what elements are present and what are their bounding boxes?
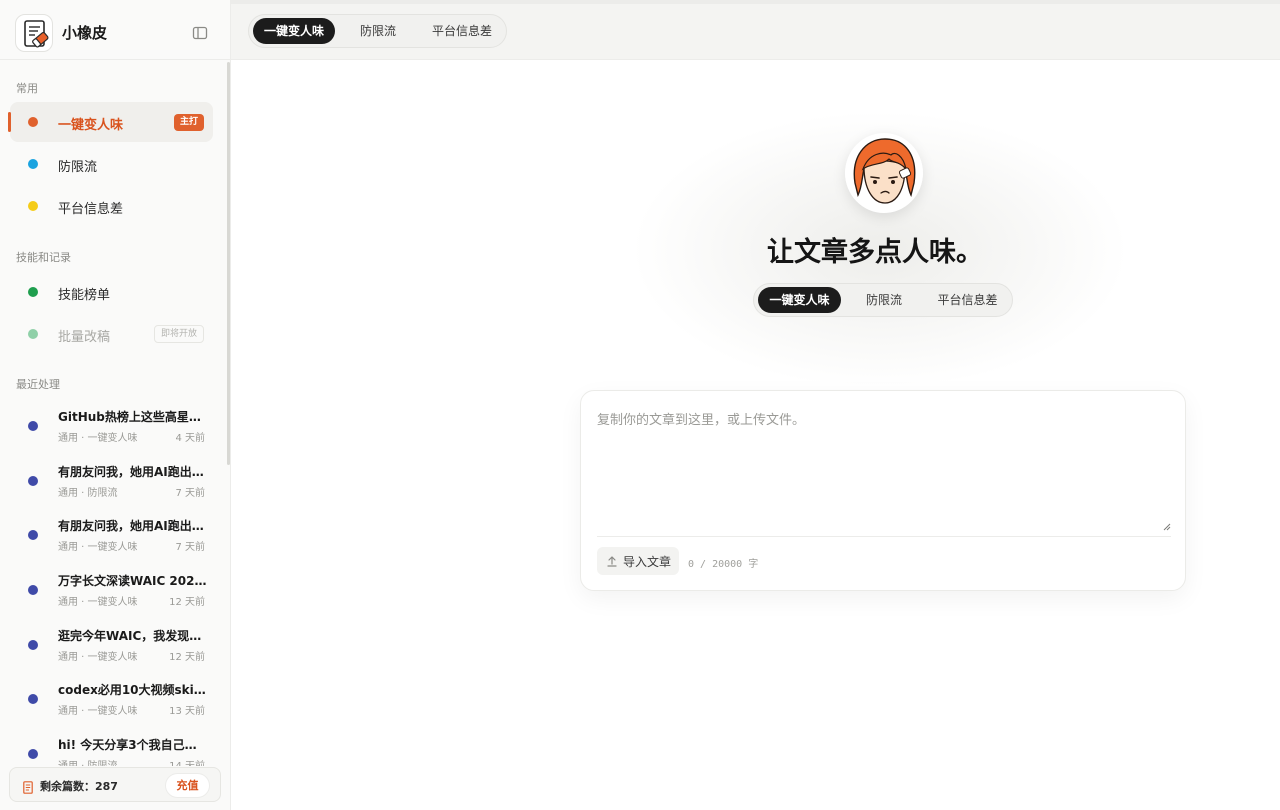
tab-humanize[interactable]: 一键变人味 xyxy=(758,287,841,313)
mode-tabs: 一键变人味 防限流 平台信息差 xyxy=(248,14,507,48)
recent-item[interactable]: 有朋友问我，她用AI跑出… 通用 · 防限流 7 天前 xyxy=(10,461,213,513)
group-title-recent: 最近处理 xyxy=(16,378,60,391)
recent-item-title: 有朋友问我，她用AI跑出… xyxy=(58,519,204,533)
tab-platform-gap[interactable]: 平台信息差 xyxy=(926,287,1009,313)
recent-item[interactable]: GitHub热榜上这些高星s… 通用 · 一键变人味 4 天前 xyxy=(10,406,213,458)
tab-platform-gap[interactable]: 平台信息差 xyxy=(421,18,503,44)
character-counter: 0 / 20000 字 xyxy=(688,559,759,570)
sidebar-scrollbar[interactable] xyxy=(227,62,230,465)
status-dot xyxy=(28,640,38,650)
tab-anti-throttle[interactable]: 防限流 xyxy=(850,287,918,313)
hero-mode-tabs: 一键变人味 防限流 平台信息差 xyxy=(753,283,1013,317)
recent-item-meta: 通用 · 一键变人味 xyxy=(58,652,138,663)
recent-item-meta: 通用 · 防限流 xyxy=(58,757,118,766)
editor-divider xyxy=(597,536,1171,537)
recent-item-meta: 通用 · 一键变人味 xyxy=(58,597,138,608)
top-bar: 一键变人味 防限流 平台信息差 xyxy=(231,4,1280,60)
recent-item-title: 逛完今年WAIC，我发现… xyxy=(58,629,202,643)
app-name: 小橡皮 xyxy=(62,24,108,42)
hero-title: 让文章多点人味。 xyxy=(767,237,983,268)
recent-item-time: 13 天前 xyxy=(169,706,205,717)
sidebar-item-label: 技能榜单 xyxy=(58,288,111,303)
recent-item-meta: 通用 · 一键变人味 xyxy=(58,542,138,553)
upload-icon xyxy=(606,554,618,568)
recent-item[interactable]: hi! 今天分享3个我自己在… 通用 · 防限流 14 天前 xyxy=(10,734,213,766)
import-article-button[interactable]: 导入文章 xyxy=(597,547,679,575)
recent-item[interactable]: 有朋友问我，她用AI跑出… 通用 · 一键变人味 7 天前 xyxy=(10,515,213,567)
brand-header: 小橡皮 xyxy=(0,4,231,60)
recent-item-meta: 通用 · 一键变人味 xyxy=(58,706,138,717)
group-title-common: 常用 xyxy=(16,82,38,95)
sidebar-item-skill-ranking[interactable]: 技能榜单 xyxy=(10,272,213,312)
resize-handle-icon[interactable] xyxy=(1163,516,1171,531)
recent-item-meta: 通用 · 防限流 xyxy=(58,488,118,499)
sidebar-item-label: 一键变人味 xyxy=(58,118,124,133)
status-dot xyxy=(28,287,38,297)
featured-badge: 主打 xyxy=(173,114,204,131)
recent-item-time: 14 天前 xyxy=(169,757,205,766)
recent-item-title: codex必用10大视频skill… xyxy=(58,683,208,697)
quota-panel: 剩余篇数：287 充值 xyxy=(9,767,221,802)
recent-item[interactable]: 逛完今年WAIC，我发现… 通用 · 一键变人味 12 天前 xyxy=(10,625,213,677)
recent-item[interactable]: 万字长文深读WAIC 202… 通用 · 一键变人味 12 天前 xyxy=(10,570,213,622)
coming-soon-badge: 即将开放 xyxy=(153,325,204,343)
status-dot xyxy=(28,329,38,339)
status-dot xyxy=(28,421,38,431)
status-dot xyxy=(28,585,38,595)
sidebar-item-label: 平台信息差 xyxy=(58,202,124,217)
quota-count: 287 xyxy=(95,780,118,793)
status-dot xyxy=(28,749,38,759)
recent-item-meta: 通用 · 一键变人味 xyxy=(58,433,138,444)
avatar-illustration xyxy=(845,133,923,213)
recent-item[interactable]: codex必用10大视频skill… 通用 · 一键变人味 13 天前 xyxy=(10,679,213,731)
quota-label: 剩余篇数：287 xyxy=(40,780,118,793)
status-dot xyxy=(28,117,38,127)
status-dot xyxy=(28,476,38,486)
article-input[interactable] xyxy=(597,409,1171,519)
sidebar-item-anti-throttle[interactable]: 防限流 xyxy=(10,144,213,184)
import-article-label: 导入文章 xyxy=(623,555,672,569)
sidebar-item-batch-edit: 批量改稿 即将开放 xyxy=(10,314,213,354)
app-logo-icon xyxy=(15,14,53,52)
recent-item-title: GitHub热榜上这些高星s… xyxy=(58,410,208,424)
recharge-button[interactable]: 充值 xyxy=(165,773,210,798)
recent-item-time: 7 天前 xyxy=(175,488,205,499)
recent-item-time: 4 天前 xyxy=(175,433,205,444)
sidebar-item-humanize[interactable]: 一键变人味 主打 xyxy=(8,102,213,142)
recent-item-title: 有朋友问我，她用AI跑出… xyxy=(58,465,204,479)
recent-item-time: 7 天前 xyxy=(175,542,205,553)
sidebar-item-label: 批量改稿 xyxy=(58,330,111,345)
editor-card: 导入文章 0 / 20000 字 xyxy=(580,390,1186,591)
status-dot xyxy=(28,530,38,540)
sidebar-item-label: 防限流 xyxy=(58,160,98,175)
tab-humanize[interactable]: 一键变人味 xyxy=(253,18,335,44)
recent-item-title: 万字长文深读WAIC 202… xyxy=(58,574,207,588)
status-dot xyxy=(28,159,38,169)
sidebar-item-platform-gap[interactable]: 平台信息差 xyxy=(10,186,213,226)
recent-item-time: 12 天前 xyxy=(169,597,205,608)
status-dot xyxy=(28,201,38,211)
sidebar-toggle-icon[interactable] xyxy=(191,24,209,42)
tab-anti-throttle[interactable]: 防限流 xyxy=(344,18,412,44)
recent-item-time: 12 天前 xyxy=(169,652,205,663)
recent-item-title: hi! 今天分享3个我自己在… xyxy=(58,738,208,752)
document-icon xyxy=(23,779,33,794)
group-title-skills: 技能和记录 xyxy=(16,251,71,264)
status-dot xyxy=(28,694,38,704)
sidebar: 小橡皮 常用 一键变人味 主打 防限流 平台信息差 技能和记录 技能榜单 批量改… xyxy=(0,0,231,810)
